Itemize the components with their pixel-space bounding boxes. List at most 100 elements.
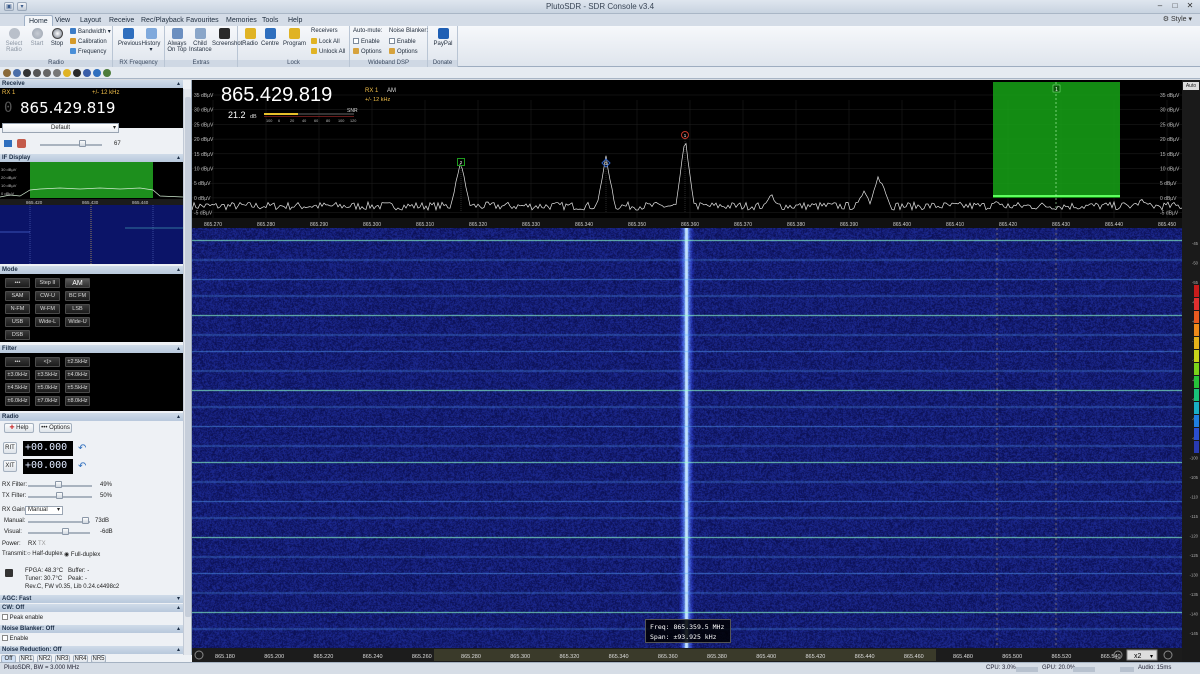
lock-all-button[interactable]: Lock All	[311, 38, 340, 45]
auto-mute-options-button[interactable]: Options	[353, 48, 382, 55]
lock-radio-button[interactable]: Radio	[242, 28, 258, 47]
filter-preset-button[interactable]: ±7.0kHz	[35, 396, 60, 406]
select-radio-button[interactable]: Select Radio	[4, 28, 24, 53]
filter-variable-button[interactable]: <|>	[35, 357, 60, 367]
history-button[interactable]: History ▾	[141, 28, 161, 53]
xit-button[interactable]: XIT	[3, 460, 17, 472]
frequency-button[interactable]: Frequency	[70, 48, 106, 55]
xit-display[interactable]: +00.000	[23, 459, 73, 474]
pause-icon[interactable]	[53, 69, 61, 77]
receiver-passband[interactable]	[993, 82, 1120, 198]
users-icon[interactable]	[13, 69, 21, 77]
undo-icon[interactable]	[93, 69, 101, 77]
spectrum-display[interactable]: 1 211 865.270 865.280 865.290 865.300 865.31…	[192, 80, 1182, 228]
filter-preset-button[interactable]: ±6.0kHz	[5, 396, 30, 406]
tab-memories[interactable]: Memories	[222, 15, 261, 26]
calibration-button[interactable]: Calibration	[70, 38, 107, 45]
auto-mute-enable-checkbox[interactable]: Enable	[353, 38, 380, 45]
child-instance-button[interactable]: Child Instance	[189, 28, 212, 53]
style-menu[interactable]: ⚙ Style ▾	[1163, 15, 1192, 23]
mode-more-button[interactable]: •••	[5, 278, 30, 288]
power-tx[interactable]: TX	[38, 541, 46, 547]
mode-sam-button[interactable]: SAM	[5, 291, 30, 301]
frequency-scale-bar[interactable]: 865.180 865.200 865.220 865.240 865.260 865.2…	[192, 648, 1182, 662]
minimize-icon[interactable]: –	[1153, 1, 1167, 12]
tab-receive[interactable]: Receive	[105, 15, 138, 26]
rit-reset-icon[interactable]: ↶	[78, 443, 86, 454]
manual-gain-slider[interactable]	[28, 521, 90, 523]
screenshot-button[interactable]: Screenshot	[212, 28, 242, 47]
xit-reset-icon[interactable]: ↶	[78, 461, 86, 472]
visual-knob[interactable]	[62, 528, 69, 535]
tab-tools[interactable]: Tools	[258, 15, 282, 26]
rx-filter-knob[interactable]	[55, 481, 62, 488]
favourite-icon[interactable]	[63, 69, 71, 77]
tx-filter-knob[interactable]	[56, 492, 63, 499]
stop-button[interactable]: Stop	[50, 28, 64, 47]
filter-preset-button[interactable]: ±8.0kHz	[65, 396, 90, 406]
options-button[interactable]: ••• Options	[39, 423, 72, 433]
zoom-reset-icon[interactable]	[1163, 650, 1173, 660]
half-duplex-radio[interactable]: ○ Half-duplex	[27, 551, 63, 557]
spectrum-frequency[interactable]: 865.429.819	[221, 84, 332, 106]
scroll-left-icon[interactable]	[194, 650, 204, 660]
volume-knob[interactable]	[79, 140, 86, 147]
mode-lsb-button[interactable]: LSB	[65, 304, 90, 314]
mode-bcfm-button[interactable]: BC FM	[65, 291, 90, 301]
playback-icon[interactable]	[33, 69, 41, 77]
nb-enable-checkbox[interactable]: Enable	[2, 635, 28, 642]
speaker-icon[interactable]	[17, 139, 26, 148]
always-on-top-button[interactable]: Always On Top	[167, 28, 187, 53]
lock-centre-button[interactable]: Centre	[261, 28, 279, 47]
bandwidth-button[interactable]: Bandwidth ▾	[70, 28, 111, 35]
filter-preset-button[interactable]: ±4.5kHz	[5, 383, 30, 393]
filter-preset-button[interactable]: ±5.0kHz	[35, 383, 60, 393]
mode-wfm-button[interactable]: W-FM	[35, 304, 60, 314]
start-button[interactable]: Start	[30, 28, 44, 47]
help-button[interactable]: ✚ Help	[4, 423, 34, 433]
noise-reduction-header[interactable]: Noise Reduction: Off ▴	[0, 646, 183, 654]
rit-button[interactable]: RIT	[3, 442, 17, 454]
full-duplex-radio[interactable]: ◉ Full-duplex	[64, 551, 100, 558]
tab-favourites[interactable]: Favourites	[182, 15, 223, 26]
filter-preset-button[interactable]: ±2.5kHz	[65, 357, 90, 367]
tab-home[interactable]: Home	[24, 15, 53, 26]
scrollbar-thumb[interactable]	[185, 97, 191, 617]
previous-button[interactable]: Previous	[118, 28, 141, 47]
paypal-button[interactable]: PayPal	[431, 28, 455, 47]
tab-view[interactable]: View	[51, 15, 74, 26]
mode-wideu-button[interactable]: Wide-U	[65, 317, 90, 327]
close-icon[interactable]: ✕	[1183, 1, 1197, 12]
if-display[interactable]: 30 dBµV 20 dBµV 10 dBµV 0 dBµV 865.420 8…	[0, 162, 184, 264]
peak-enable-checkbox[interactable]: Peak enable	[2, 614, 43, 621]
mode-usb-button[interactable]: USB	[5, 317, 30, 327]
left-panel-scrollbar[interactable]	[183, 89, 191, 655]
frequency-readout[interactable]: 865.429.819	[20, 99, 115, 117]
mode-header[interactable]: Mode ▴	[0, 266, 183, 274]
receive-header[interactable]: Receive ▴	[0, 80, 183, 88]
filter-preset-button[interactable]: ±3.5kHz	[35, 370, 60, 380]
mode-widel-button[interactable]: Wide-L	[35, 317, 60, 327]
visual-slider[interactable]	[28, 532, 90, 534]
power-rx[interactable]: RX	[28, 541, 36, 547]
mode-nfm-button[interactable]: N-FM	[5, 304, 30, 314]
filter-preset-button[interactable]: ±5.5kHz	[65, 383, 90, 393]
mode-am-button[interactable]: AM	[65, 278, 90, 288]
mode-cwu-button[interactable]: CW-U	[35, 291, 60, 301]
noise-blanker-header[interactable]: Noise Blanker: Off ▴	[0, 625, 183, 633]
cw-header[interactable]: CW: Off ▴	[0, 604, 183, 612]
filter-preset-button[interactable]: ±4.0kHz	[65, 370, 90, 380]
settings-icon[interactable]	[83, 69, 91, 77]
stop-icon[interactable]	[43, 69, 51, 77]
auto-button[interactable]: Auto	[1183, 82, 1199, 90]
noise-blanker-options-button[interactable]: Options	[389, 48, 418, 55]
maximize-icon[interactable]: □	[1168, 1, 1182, 12]
record-icon[interactable]	[23, 69, 31, 77]
rx-gain-dropdown[interactable]: Manual ▾	[25, 506, 63, 515]
preset-dropdown[interactable]: Default ▾	[2, 123, 119, 133]
waterfall-display[interactable]: Freq: 865.359.5 MHz Span: ±93.925 kHz	[192, 228, 1182, 648]
volume-slider[interactable]	[40, 144, 102, 146]
camera-icon[interactable]	[73, 69, 81, 77]
noise-blanker-enable-checkbox[interactable]: Enable	[389, 38, 416, 45]
unlock-all-button[interactable]: Unlock All	[311, 48, 345, 55]
